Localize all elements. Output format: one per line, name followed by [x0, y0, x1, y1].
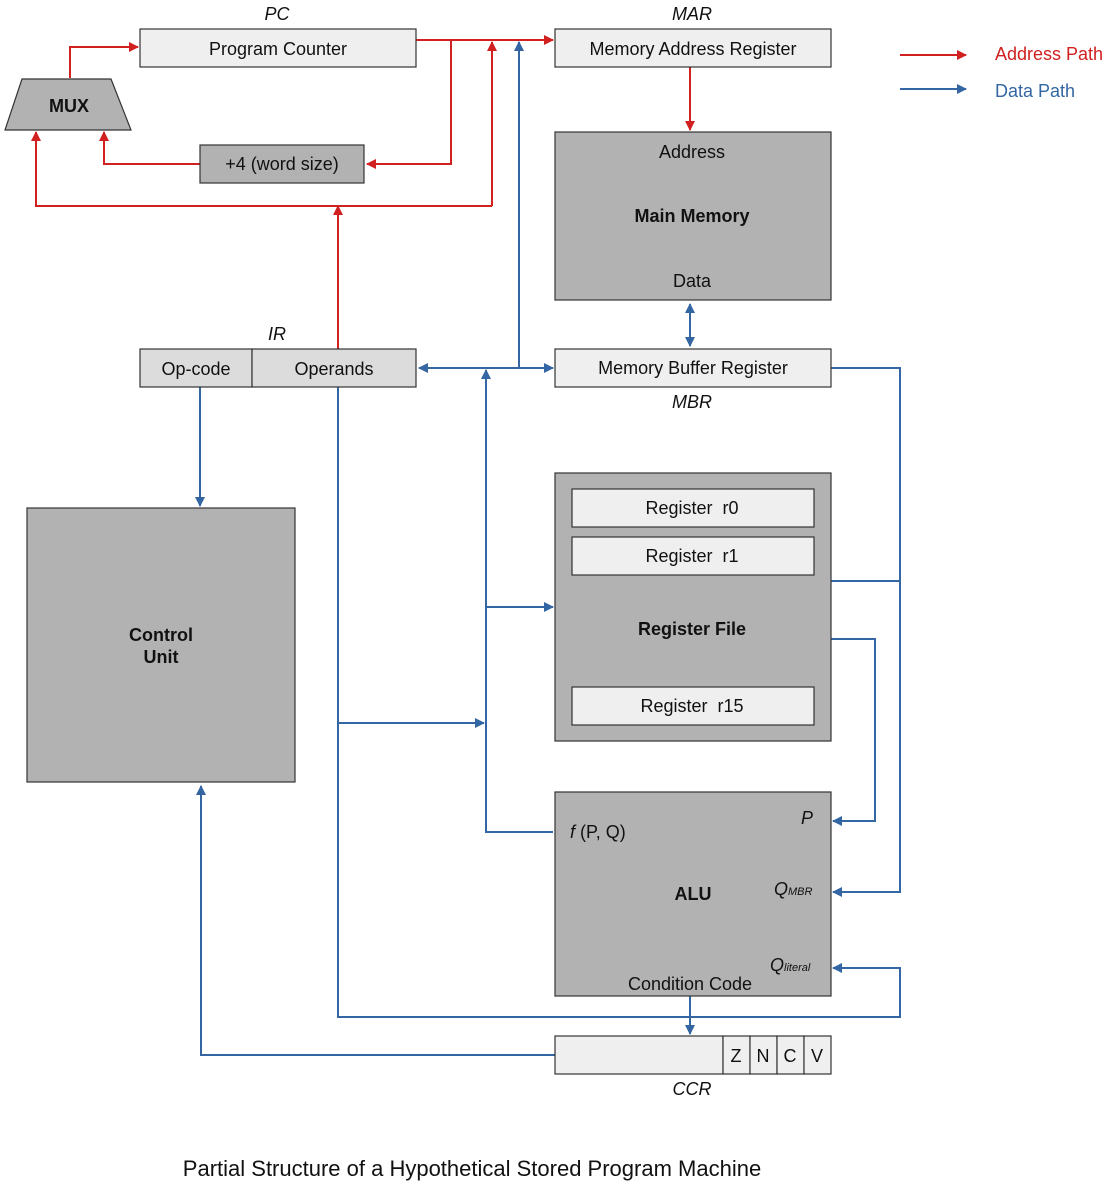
- memory-address-port: Address: [659, 142, 725, 162]
- mbr-tag: MBR: [672, 392, 712, 412]
- wire-regfile-to-p: [831, 638, 876, 826]
- condition-code-register: Z N C V CCR: [554, 1035, 832, 1099]
- register-file-label: Register File: [638, 619, 746, 639]
- ccr-tag: CCR: [673, 1079, 712, 1099]
- incrementer-label: +4 (word size): [225, 154, 339, 174]
- register-r1-label: Register r1: [645, 546, 738, 566]
- legend-data-label: Data Path: [995, 81, 1075, 101]
- main-memory: Address Main Memory Data: [554, 131, 832, 301]
- legend-address-label: Address Path: [995, 44, 1103, 64]
- register-r0-label: Register r0: [645, 498, 738, 518]
- ir-tag: IR: [268, 324, 286, 344]
- wire-mbr-to-qmbr: [831, 367, 901, 897]
- memory-data-port: Data: [673, 271, 712, 291]
- incrementer: +4 (word size): [199, 144, 365, 184]
- wire-ccr-to-control: [196, 785, 555, 1056]
- ir-operands-label: Operands: [294, 359, 373, 379]
- wire-mux-to-pc: [69, 42, 139, 78]
- ccr-flag-n-label: N: [757, 1046, 770, 1066]
- alu: f (P, Q) P ALU QMBR Qliteral Condition C…: [554, 791, 832, 997]
- ccr-flag-v-label: V: [811, 1046, 823, 1066]
- alu-label: ALU: [675, 884, 712, 904]
- alu-input-p: P: [801, 808, 813, 828]
- control-unit-line2: Unit: [144, 647, 179, 667]
- alu-condition-code: Condition Code: [628, 974, 752, 994]
- wire-alu-result-bus: [481, 369, 553, 833]
- legend: Address Path Data Path: [900, 44, 1103, 101]
- mux-label: MUX: [49, 96, 89, 116]
- ccr-flag-c-label: C: [784, 1046, 797, 1066]
- pc-label: Program Counter: [209, 39, 347, 59]
- wire-incrementer-to-mux: [99, 131, 200, 165]
- program-counter: PC Program Counter: [139, 4, 417, 68]
- pc-tag: PC: [264, 4, 290, 24]
- register-r15-label: Register r15: [640, 696, 743, 716]
- ir-opcode-label: Op-code: [161, 359, 230, 379]
- alu-function: f (P, Q): [570, 822, 626, 842]
- memory-address-register: MAR Memory Address Register: [554, 4, 832, 68]
- cpu-structure-diagram: PC Program Counter MAR Memory Address Re…: [4, 4, 1103, 1181]
- mar-label: Memory Address Register: [589, 39, 796, 59]
- control-unit-line1: Control: [129, 625, 193, 645]
- memory-buffer-register: Memory Buffer Register MBR: [554, 348, 832, 412]
- ccr-flag-z-label: Z: [731, 1046, 742, 1066]
- mux: MUX: [4, 78, 132, 131]
- mar-tag: MAR: [672, 4, 712, 24]
- diagram-caption: Partial Structure of a Hypothetical Stor…: [183, 1156, 761, 1181]
- control-unit: Control Unit: [26, 507, 296, 783]
- instruction-register: IR Op-code Operands: [139, 324, 417, 388]
- mbr-label: Memory Buffer Register: [598, 358, 788, 378]
- memory-label: Main Memory: [634, 206, 749, 226]
- register-file: Register r0 Register r1 Register File Re…: [554, 472, 832, 742]
